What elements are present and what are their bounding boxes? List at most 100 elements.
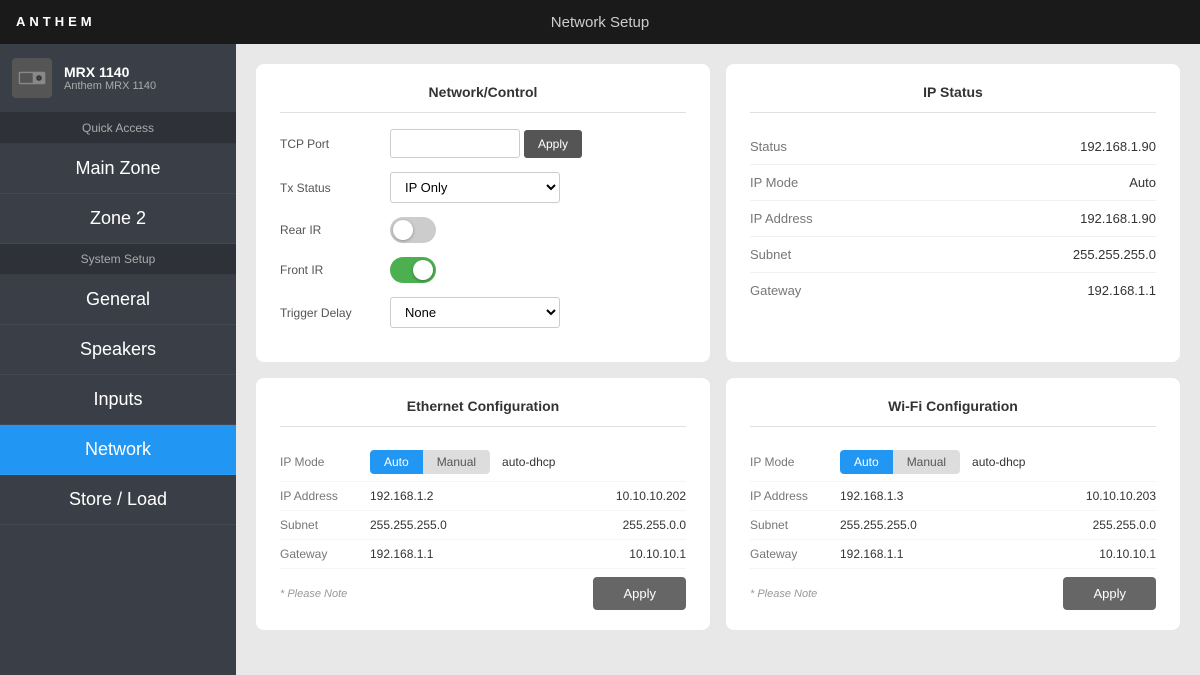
wifi-manual-btn[interactable]: Manual xyxy=(893,450,960,474)
eth-apply-button[interactable]: Apply xyxy=(593,577,686,610)
wifi-ip-mode-btngroup: Auto Manual xyxy=(840,450,960,474)
logo-text: ANTHEM xyxy=(16,11,106,34)
sidebar-item-inputs[interactable]: Inputs xyxy=(0,375,236,425)
trigger-delay-control: None 100ms 200ms 500ms xyxy=(390,297,686,328)
ip-status-row-gateway: Gateway 192.168.1.1 xyxy=(750,273,1156,308)
wifi-auto-btn[interactable]: Auto xyxy=(840,450,893,474)
wifi-ip-address-row: IP Address 192.168.1.3 10.10.10.203 xyxy=(750,482,1156,511)
wifi-bottom-row: * Please Note Apply xyxy=(750,577,1156,610)
wifi-subnet-val1: 255.255.255.0 xyxy=(840,518,917,532)
tx-status-label: Tx Status xyxy=(280,181,380,195)
sidebar-device: MRX 1140 Anthem MRX 1140 xyxy=(0,44,236,113)
eth-gateway-row: Gateway 192.168.1.1 10.10.10.1 xyxy=(280,540,686,569)
wifi-please-note: * Please Note xyxy=(750,588,817,600)
wifi-ip-mode-value: auto-dhcp xyxy=(972,455,1025,469)
eth-ip-mode-value: auto-dhcp xyxy=(502,455,555,469)
wifi-subnet-label: Subnet xyxy=(750,518,840,532)
eth-subnet-label: Subnet xyxy=(280,518,370,532)
eth-gateway-label: Gateway xyxy=(280,547,370,561)
tcp-port-row: TCP Port 14999 Apply xyxy=(280,129,686,158)
eth-subnet-val1: 255.255.255.0 xyxy=(370,518,447,532)
ip-status-title: IP Status xyxy=(750,84,1156,113)
eth-ip-address-val2: 10.10.10.202 xyxy=(616,489,686,503)
wifi-ip-mode-row: IP Mode Auto Manual auto-dhcp xyxy=(750,443,1156,482)
rear-ir-row: Rear IR xyxy=(280,217,686,243)
wifi-ip-address-label: IP Address xyxy=(750,489,840,503)
eth-ip-mode-row: IP Mode Auto Manual auto-dhcp xyxy=(280,443,686,482)
eth-subnet-row: Subnet 255.255.255.0 255.255.0.0 xyxy=(280,511,686,540)
front-ir-control xyxy=(390,257,686,283)
eth-bottom-row: * Please Note Apply xyxy=(280,577,686,610)
eth-subnet-val2: 255.255.0.0 xyxy=(623,518,686,532)
ip-status-label-3: Subnet xyxy=(750,247,870,262)
tx-status-control: IP Only RS232 Only Both xyxy=(390,172,686,203)
ethernet-config-card: Ethernet Configuration IP Mode Auto Manu… xyxy=(256,378,710,630)
sidebar-item-main-zone[interactable]: Main Zone xyxy=(0,144,236,194)
wifi-config-title: Wi-Fi Configuration xyxy=(750,398,1156,427)
network-control-title: Network/Control xyxy=(280,84,686,113)
svg-text:ANTHEM: ANTHEM xyxy=(16,14,96,29)
sidebar-item-network[interactable]: Network xyxy=(0,425,236,475)
ip-status-value-4: 192.168.1.1 xyxy=(1087,283,1156,298)
trigger-delay-select[interactable]: None 100ms 200ms 500ms xyxy=(390,297,560,328)
wifi-gateway-label: Gateway xyxy=(750,547,840,561)
sidebar-item-system-setup[interactable]: System Setup xyxy=(0,244,236,275)
content-area: Network/Control TCP Port 14999 Apply Tx … xyxy=(236,44,1200,675)
wifi-gateway-val1: 192.168.1.1 xyxy=(840,547,903,561)
ip-status-label-4: Gateway xyxy=(750,283,870,298)
tx-status-select[interactable]: IP Only RS232 Only Both xyxy=(390,172,560,203)
sidebar-item-general[interactable]: General xyxy=(0,275,236,325)
ip-status-value-1: Auto xyxy=(1129,175,1156,190)
eth-ip-address-label: IP Address xyxy=(280,489,370,503)
wifi-apply-button[interactable]: Apply xyxy=(1063,577,1156,610)
wifi-ip-address-val2: 10.10.10.203 xyxy=(1086,489,1156,503)
ip-status-label-2: IP Address xyxy=(750,211,870,226)
wifi-ip-address-val1: 192.168.1.3 xyxy=(840,489,903,503)
eth-manual-btn[interactable]: Manual xyxy=(423,450,490,474)
sidebar-item-speakers[interactable]: Speakers xyxy=(0,325,236,375)
device-model: Anthem MRX 1140 xyxy=(64,80,156,92)
wifi-gateway-row: Gateway 192.168.1.1 10.10.10.1 xyxy=(750,540,1156,569)
eth-gateway-val2: 10.10.10.1 xyxy=(629,547,686,561)
main-layout: MRX 1140 Anthem MRX 1140 Quick Access Ma… xyxy=(0,44,1200,675)
ip-status-value-0: 192.168.1.90 xyxy=(1080,139,1156,154)
ip-status-label-1: IP Mode xyxy=(750,175,870,190)
ip-status-row-mode: IP Mode Auto xyxy=(750,165,1156,201)
front-ir-row: Front IR xyxy=(280,257,686,283)
wifi-ip-mode-label: IP Mode xyxy=(750,455,840,469)
eth-ip-address-row: IP Address 192.168.1.2 10.10.10.202 xyxy=(280,482,686,511)
sidebar-item-zone-2[interactable]: Zone 2 xyxy=(0,194,236,244)
network-control-card: Network/Control TCP Port 14999 Apply Tx … xyxy=(256,64,710,362)
device-name: MRX 1140 xyxy=(64,64,156,80)
eth-auto-btn[interactable]: Auto xyxy=(370,450,423,474)
tcp-port-control: 14999 Apply xyxy=(390,129,686,158)
rear-ir-control xyxy=(390,217,686,243)
sidebar-item-store-load[interactable]: Store / Load xyxy=(0,475,236,525)
wifi-config-card: Wi-Fi Configuration IP Mode Auto Manual … xyxy=(726,378,1180,630)
ethernet-config-title: Ethernet Configuration xyxy=(280,398,686,427)
rear-ir-thumb xyxy=(393,220,413,240)
sidebar: MRX 1140 Anthem MRX 1140 Quick Access Ma… xyxy=(0,44,236,675)
device-info: MRX 1140 Anthem MRX 1140 xyxy=(64,64,156,92)
tx-status-row: Tx Status IP Only RS232 Only Both xyxy=(280,172,686,203)
bottom-cards-row: Ethernet Configuration IP Mode Auto Manu… xyxy=(256,378,1180,630)
sidebar-item-quick-access[interactable]: Quick Access xyxy=(0,113,236,144)
tcp-port-input[interactable]: 14999 xyxy=(390,129,520,158)
eth-ip-mode-btngroup: Auto Manual xyxy=(370,450,490,474)
eth-ip-address-val1: 192.168.1.2 xyxy=(370,489,433,503)
front-ir-toggle[interactable] xyxy=(390,257,436,283)
rear-ir-label: Rear IR xyxy=(280,223,380,237)
ip-status-value-2: 192.168.1.90 xyxy=(1080,211,1156,226)
front-ir-label: Front IR xyxy=(280,263,380,277)
top-bar: ANTHEM Network Setup xyxy=(0,0,1200,44)
wifi-subnet-val2: 255.255.0.0 xyxy=(1093,518,1156,532)
rear-ir-toggle[interactable] xyxy=(390,217,436,243)
wifi-gateway-val2: 10.10.10.1 xyxy=(1099,547,1156,561)
front-ir-thumb xyxy=(413,260,433,280)
ip-status-value-3: 255.255.255.0 xyxy=(1073,247,1156,262)
wifi-subnet-row: Subnet 255.255.255.0 255.255.0.0 xyxy=(750,511,1156,540)
ip-status-row-address: IP Address 192.168.1.90 xyxy=(750,201,1156,237)
ip-status-label-0: Status xyxy=(750,139,870,154)
tcp-apply-button[interactable]: Apply xyxy=(524,130,582,158)
anthem-logo: ANTHEM xyxy=(16,11,106,34)
